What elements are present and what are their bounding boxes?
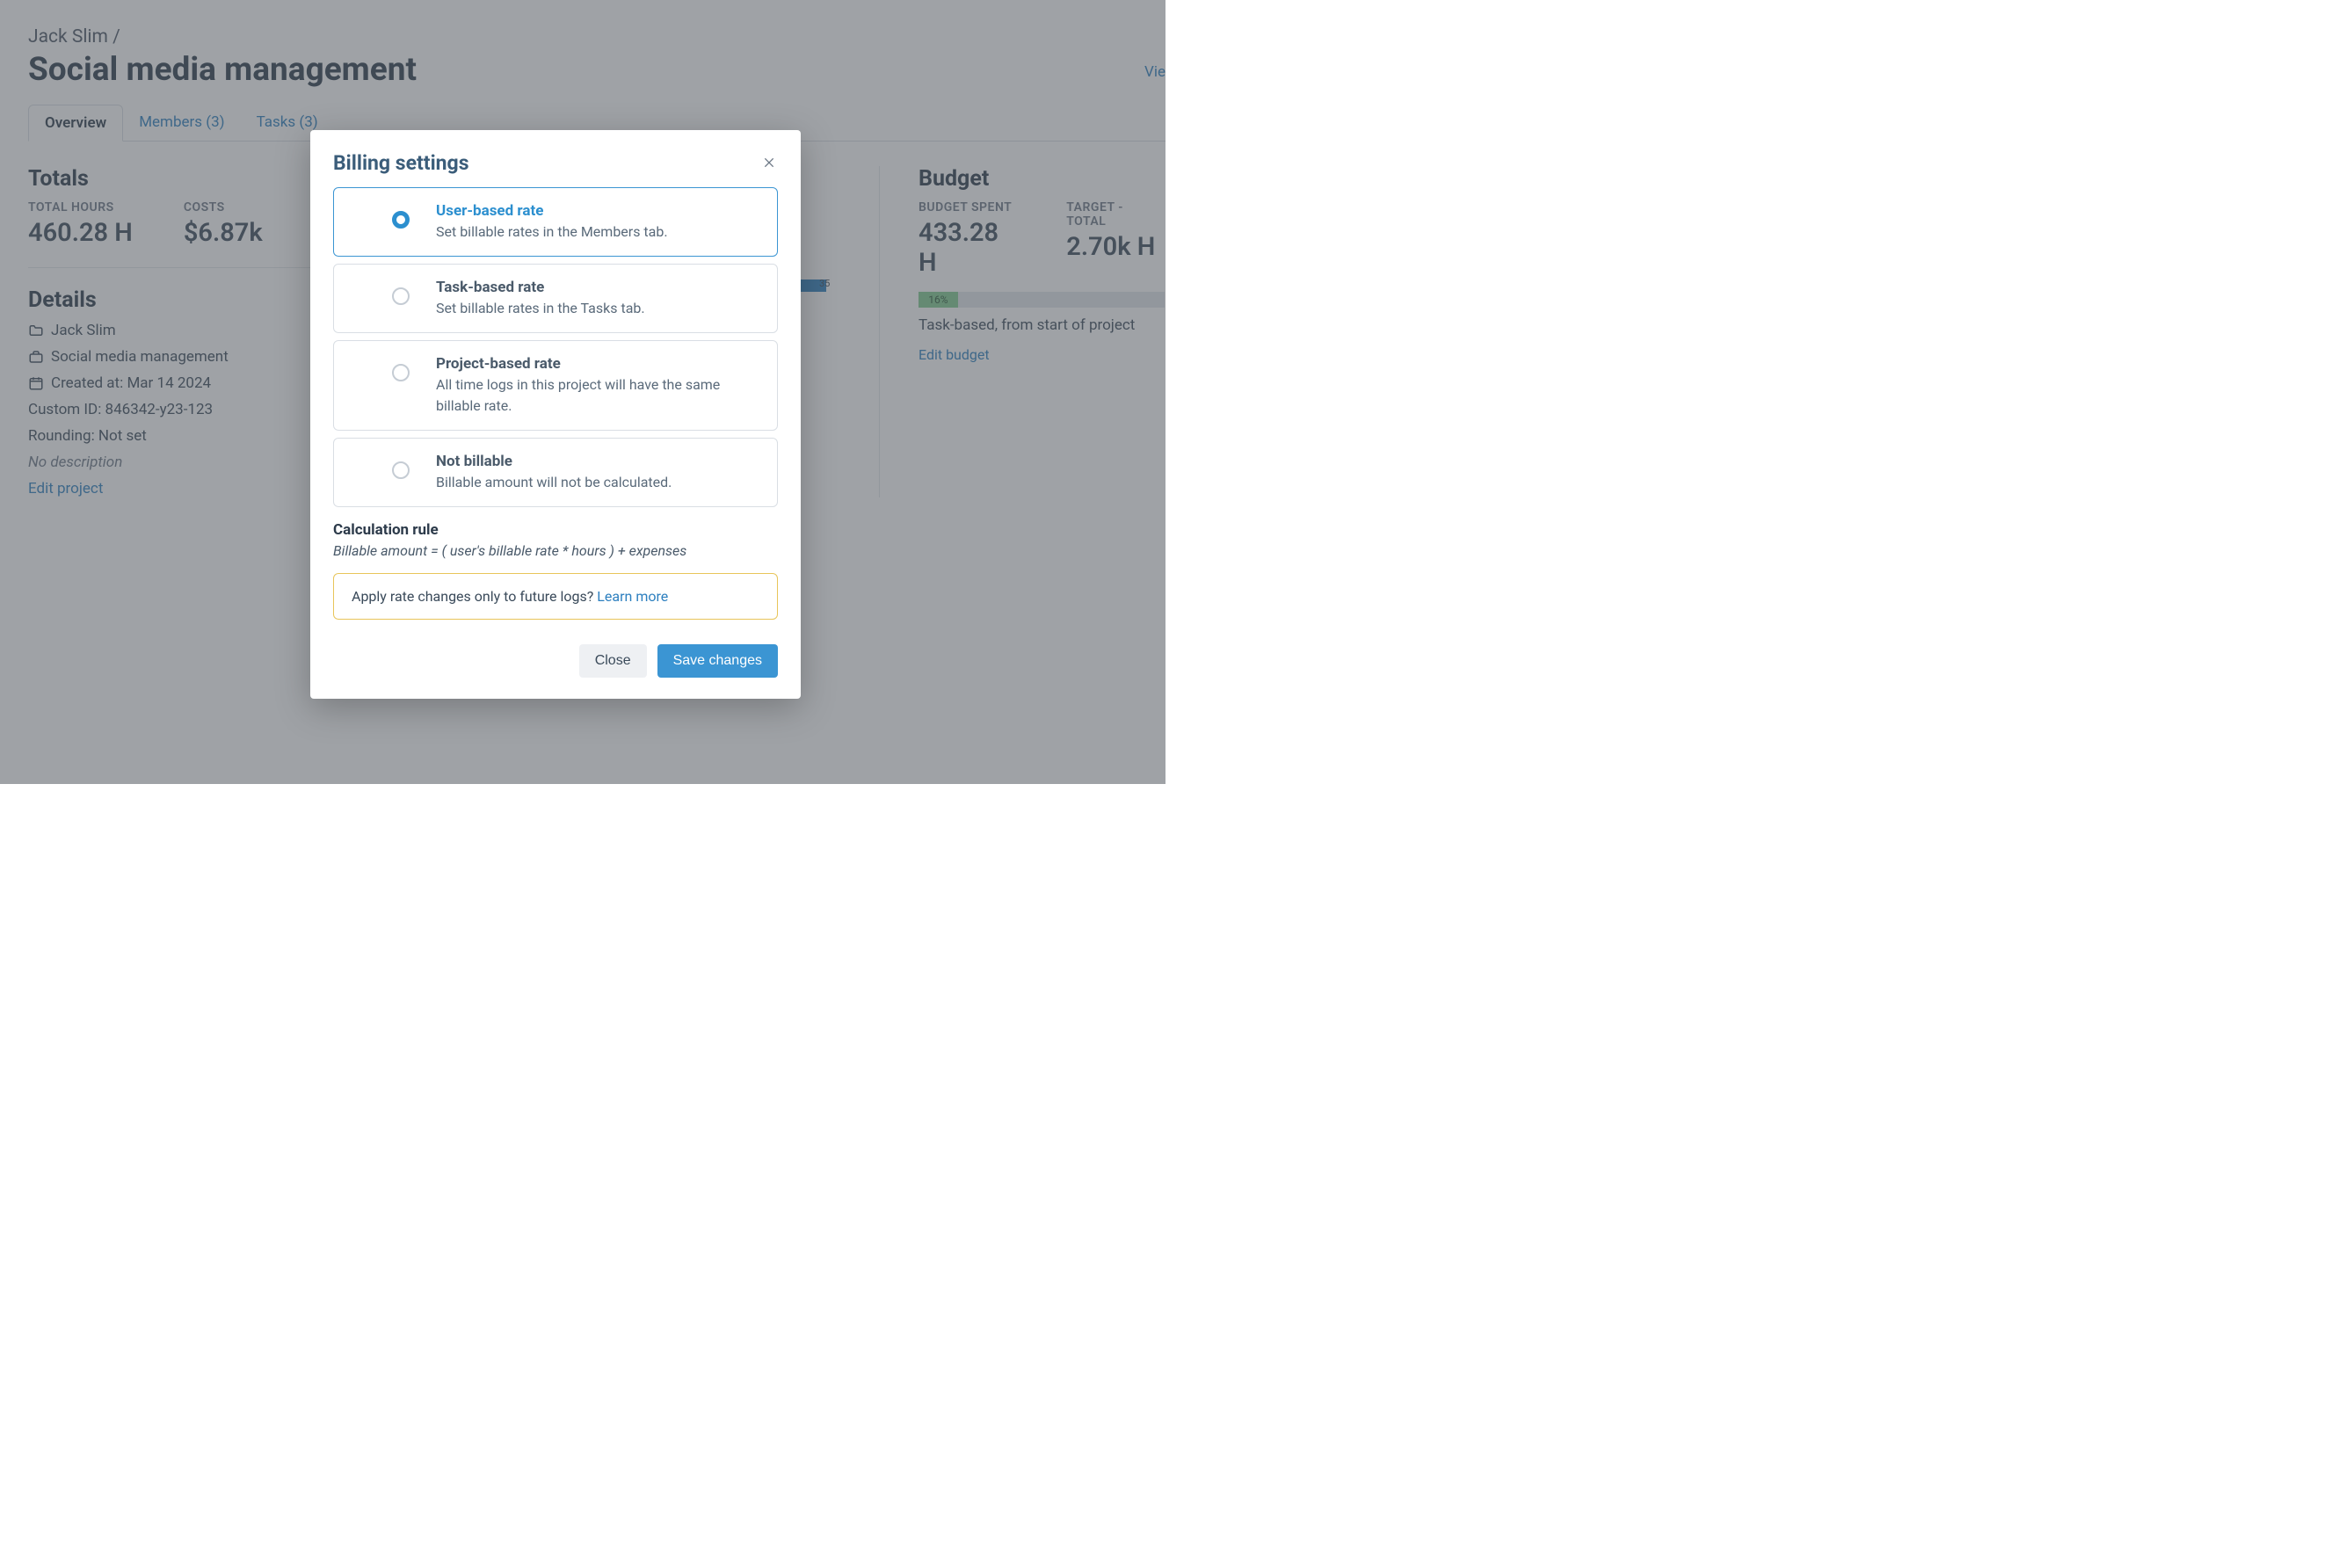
radio-icon [392, 287, 410, 305]
info-box: Apply rate changes only to future logs? … [333, 573, 778, 620]
option-user-based-rate[interactable]: User-based rate Set billable rates in th… [333, 187, 778, 257]
option-desc: Set billable rates in the Members tab. [436, 221, 761, 242]
option-text: Project-based rate All time logs in this… [436, 355, 761, 415]
option-title: User-based rate [436, 202, 761, 220]
option-title: Not billable [436, 453, 761, 470]
option-task-based-rate[interactable]: Task-based rate Set billable rates in th… [333, 264, 778, 333]
option-desc: Set billable rates in the Tasks tab. [436, 298, 761, 318]
info-text: Apply rate changes only to future logs? [352, 588, 597, 605]
option-text: User-based rate Set billable rates in th… [436, 202, 761, 242]
option-title: Project-based rate [436, 355, 761, 373]
save-changes-button[interactable]: Save changes [657, 644, 778, 678]
option-text: Not billable Billable amount will not be… [436, 453, 761, 492]
option-text: Task-based rate Set billable rates in th… [436, 279, 761, 318]
radio-icon [392, 211, 410, 229]
option-not-billable[interactable]: Not billable Billable amount will not be… [333, 438, 778, 507]
close-icon[interactable] [762, 156, 778, 171]
radio-icon [392, 364, 410, 381]
close-button[interactable]: Close [579, 644, 647, 678]
option-desc: All time logs in this project will have … [436, 374, 761, 415]
option-title: Task-based rate [436, 279, 761, 296]
modal-title: Billing settings [333, 151, 469, 175]
learn-more-link[interactable]: Learn more [597, 588, 668, 605]
calculation-rule-heading: Calculation rule [333, 521, 778, 539]
option-project-based-rate[interactable]: Project-based rate All time logs in this… [333, 340, 778, 430]
modal-header: Billing settings [333, 151, 778, 175]
option-desc: Billable amount will not be calculated. [436, 472, 761, 492]
billing-settings-modal: Billing settings User-based rate Set bil… [310, 130, 801, 699]
calculation-formula: Billable amount = ( user's billable rate… [333, 542, 778, 559]
modal-footer: Close Save changes [333, 644, 778, 678]
radio-icon [392, 461, 410, 479]
